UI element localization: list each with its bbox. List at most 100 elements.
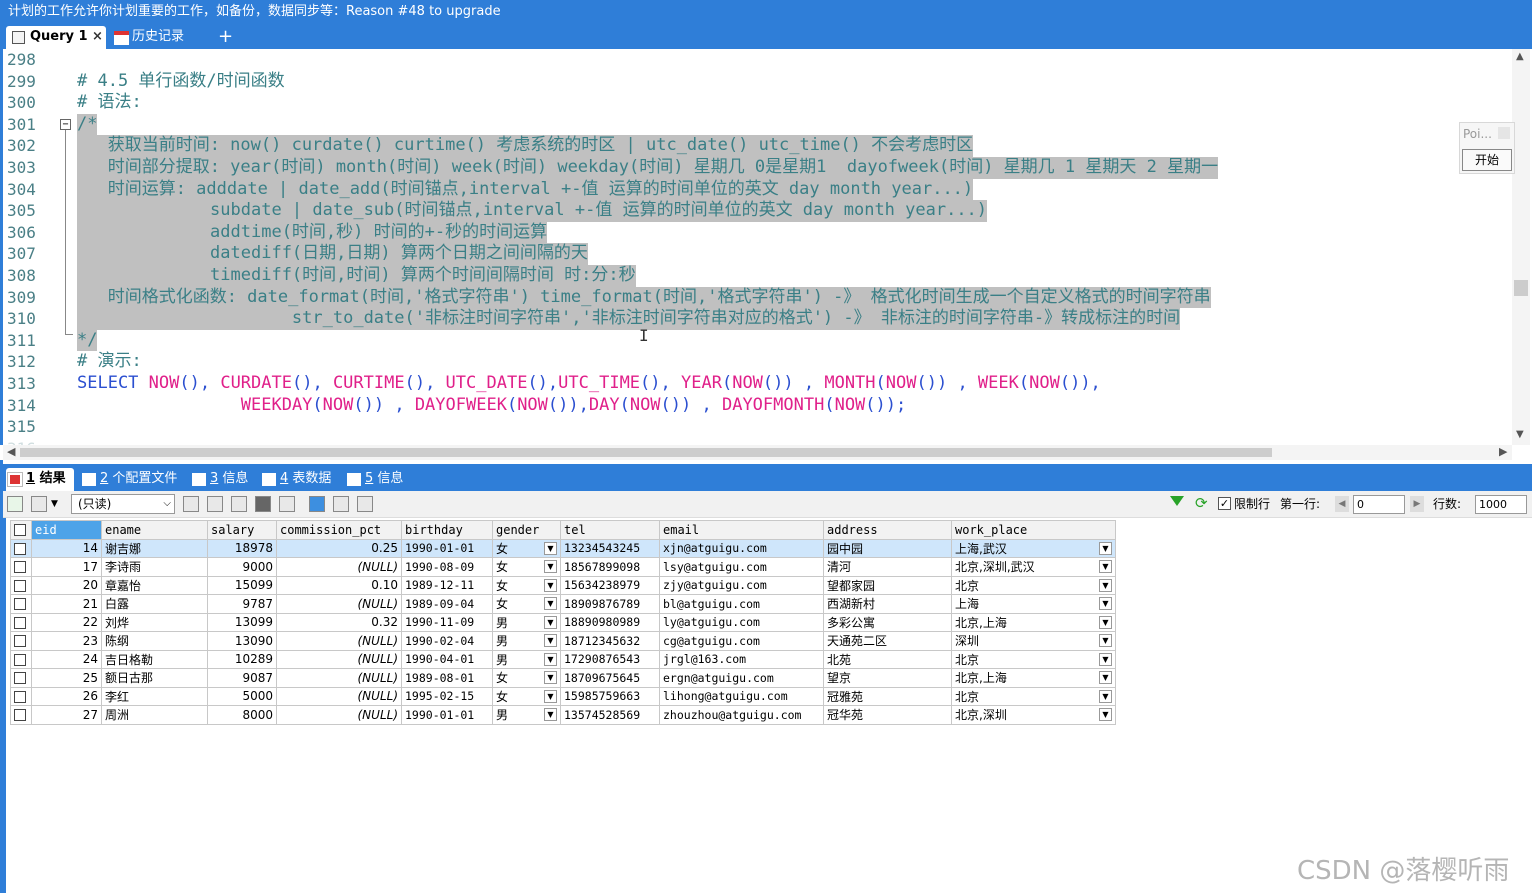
row-select-cell[interactable] bbox=[10, 631, 32, 651]
cell-gender[interactable]: 女 ▼ bbox=[492, 575, 561, 595]
cell-ename[interactable]: 白露 bbox=[101, 594, 208, 614]
tab-result-4[interactable]: 4 表数据 bbox=[260, 468, 331, 491]
form-view-icon[interactable] bbox=[333, 496, 349, 512]
row-select-cell[interactable] bbox=[10, 538, 32, 558]
cell-work_place[interactable]: 上海 ▼ bbox=[951, 594, 1116, 614]
cell-commission_pct[interactable]: (NULL) bbox=[276, 686, 402, 706]
cell-commission_pct[interactable]: (NULL) bbox=[276, 705, 402, 725]
row-checkbox[interactable] bbox=[14, 653, 26, 666]
cell-address[interactable]: 多彩公寓 bbox=[823, 612, 952, 632]
table-row[interactable]: 25 额日古那 9087 (NULL) 1989-08-01 女 ▼ 18709675645 e… bbox=[10, 668, 1116, 688]
code-line[interactable]: 312 # 演示: bbox=[3, 351, 1515, 373]
cell-work_place[interactable]: 北京,深圳,武汉 ▼ bbox=[951, 557, 1116, 577]
row-checkbox[interactable] bbox=[14, 690, 26, 703]
row-select-cell[interactable] bbox=[10, 649, 32, 669]
sql-editor[interactable]: 298 299 # 4.5 单行函数/时间函数 300 # 语法: 301/* 302 获取… bbox=[0, 49, 1532, 445]
code-line[interactable]: 315 bbox=[3, 416, 1515, 438]
scroll-up-icon[interactable]: ▲ bbox=[1516, 51, 1524, 62]
cell-gender[interactable]: 男 ▼ bbox=[492, 705, 561, 725]
table-row[interactable]: 22 刘烨 13099 0.32 1990-11-09 男 ▼ 18890980989 ly@a… bbox=[10, 612, 1116, 632]
cell-salary[interactable]: 18978 bbox=[207, 538, 277, 558]
cancel-changes-icon[interactable] bbox=[279, 496, 295, 512]
cell-tel[interactable]: 18709675645 bbox=[560, 668, 660, 688]
cell-tel[interactable]: 13574528569 bbox=[560, 705, 660, 725]
cell-ename[interactable]: 陈纲 bbox=[101, 631, 208, 651]
cell-ename[interactable]: 额日古那 bbox=[101, 668, 208, 688]
code-line[interactable]: 298 bbox=[3, 49, 1515, 71]
tab-result-2[interactable]: 2 个配置文件 bbox=[80, 468, 177, 491]
cell-commission_pct[interactable]: (NULL) bbox=[276, 668, 402, 688]
fold-toggle-icon[interactable]: − bbox=[60, 119, 71, 130]
row-select-cell[interactable] bbox=[10, 686, 32, 706]
chevron-down-icon[interactable]: ▼ bbox=[1099, 689, 1112, 703]
scroll-down-icon[interactable]: ▼ bbox=[1516, 429, 1524, 440]
cell-address[interactable]: 望都家园 bbox=[823, 575, 952, 595]
next-page-icon[interactable]: ▶ bbox=[1410, 496, 1424, 512]
row-select-cell[interactable] bbox=[10, 557, 32, 577]
cell-salary[interactable]: 13090 bbox=[207, 631, 277, 651]
cell-eid[interactable]: 26 bbox=[31, 686, 102, 706]
cell-email[interactable]: lihong@atguigu.com bbox=[659, 686, 824, 706]
code-line[interactable]: 300 # 语法: bbox=[3, 92, 1515, 114]
limit-rows-checkbox[interactable]: ✓ bbox=[1218, 497, 1231, 510]
row-checkbox[interactable] bbox=[14, 542, 26, 555]
cell-commission_pct[interactable]: (NULL) bbox=[276, 649, 402, 669]
cell-ename[interactable]: 李红 bbox=[101, 686, 208, 706]
cell-work_place[interactable]: 上海,武汉 ▼ bbox=[951, 538, 1116, 558]
tab-query-1[interactable]: Query 1 × bbox=[6, 26, 106, 49]
table-row[interactable]: 26 李红 5000 (NULL) 1995-02-15 女 ▼ 15985759663 lih… bbox=[10, 686, 1116, 706]
cell-birthday[interactable]: 1990-02-04 bbox=[401, 631, 493, 651]
chevron-down-icon[interactable]: ▼ bbox=[51, 496, 58, 512]
chevron-down-icon[interactable]: ▼ bbox=[544, 560, 557, 574]
row-checkbox[interactable] bbox=[14, 672, 26, 685]
code-line[interactable]: 316 bbox=[3, 438, 1515, 445]
code-line[interactable]: 307 datediff(日期,日期) 算两个日期之间间隔的天 bbox=[3, 243, 1515, 265]
row-checkbox[interactable] bbox=[14, 579, 26, 592]
code-line[interactable]: 313 SELECT NOW(), CURDATE(), CURTIME(), U… bbox=[3, 373, 1515, 395]
refresh-icon[interactable]: ⟳ bbox=[1195, 495, 1208, 511]
cell-birthday[interactable]: 1990-01-01 bbox=[401, 538, 493, 558]
table-row[interactable]: 17 李诗雨 9000 (NULL) 1990-08-09 女 ▼ 18567899098 ls… bbox=[10, 557, 1116, 577]
cell-work_place[interactable]: 深圳 ▼ bbox=[951, 631, 1116, 651]
cell-ename[interactable]: 刘烨 bbox=[101, 612, 208, 632]
row-checkbox[interactable] bbox=[14, 561, 26, 574]
row-select-cell[interactable] bbox=[10, 612, 32, 632]
cell-gender[interactable]: 女 ▼ bbox=[492, 686, 561, 706]
cell-eid[interactable]: 22 bbox=[31, 612, 102, 632]
cell-ename[interactable]: 周洲 bbox=[101, 705, 208, 725]
cell-eid[interactable]: 25 bbox=[31, 668, 102, 688]
cell-email[interactable]: zhouzhou@atguigu.com bbox=[659, 705, 824, 725]
delete-icon[interactable] bbox=[255, 496, 271, 512]
column-header-tel[interactable]: tel bbox=[560, 520, 660, 540]
chevron-down-icon[interactable]: ▼ bbox=[1099, 652, 1112, 666]
cell-commission_pct[interactable]: (NULL) bbox=[276, 631, 402, 651]
code-line[interactable]: 311 */ bbox=[3, 329, 1515, 352]
cell-commission_pct[interactable]: 0.10 bbox=[276, 575, 402, 595]
prev-page-icon[interactable]: ◀ bbox=[1335, 496, 1349, 512]
cell-commission_pct[interactable]: 0.25 bbox=[276, 538, 402, 558]
cell-tel[interactable]: 15985759663 bbox=[560, 686, 660, 706]
column-header-ename[interactable]: ename bbox=[101, 520, 208, 540]
column-header-salary[interactable]: salary bbox=[207, 520, 277, 540]
chevron-down-icon[interactable]: ▼ bbox=[1099, 597, 1112, 611]
add-tab-button[interactable]: + bbox=[218, 26, 233, 49]
column-header-gender[interactable]: gender bbox=[492, 520, 561, 540]
cell-gender[interactable]: 女 ▼ bbox=[492, 668, 561, 688]
chevron-down-icon[interactable]: ▼ bbox=[544, 652, 557, 666]
row-checkbox[interactable] bbox=[14, 598, 26, 611]
cell-gender[interactable]: 男 ▼ bbox=[492, 649, 561, 669]
cell-work_place[interactable]: 北京 ▼ bbox=[951, 575, 1116, 595]
chevron-down-icon[interactable]: ▼ bbox=[544, 671, 557, 685]
code-line[interactable]: 310 str_to_date('非标注时间字符串','非标注时间字符串对应的格… bbox=[3, 308, 1515, 330]
code-line[interactable]: 301 /* bbox=[3, 113, 1515, 136]
chevron-down-icon[interactable]: ▼ bbox=[1099, 541, 1112, 555]
cell-email[interactable]: jrgl@163.com bbox=[659, 649, 824, 669]
row-count-input[interactable]: 1000 bbox=[1475, 495, 1527, 514]
cell-email[interactable]: xjn@atguigu.com bbox=[659, 538, 824, 558]
select-all-checkbox[interactable] bbox=[14, 524, 26, 537]
edit-mode-select[interactable]: (只读) ⌵ bbox=[71, 494, 175, 514]
scroll-left-icon[interactable]: ◀ bbox=[7, 445, 15, 458]
cell-tel[interactable]: 17290876543 bbox=[560, 649, 660, 669]
table-row[interactable]: 21 白露 9787 (NULL) 1989-09-04 女 ▼ 18909876789 bl@… bbox=[10, 594, 1116, 614]
chevron-down-icon[interactable]: ▼ bbox=[544, 634, 557, 648]
